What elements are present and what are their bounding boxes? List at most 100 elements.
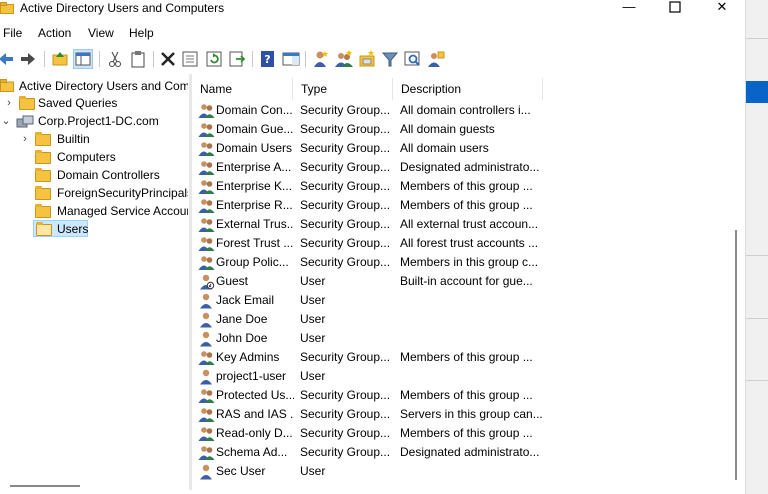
user-icon <box>200 464 212 480</box>
cell-type: Security Group... <box>300 217 391 231</box>
group-icon <box>198 218 215 232</box>
tree-item-managed-service-accounts[interactable]: Managed Service Accour <box>0 202 188 220</box>
menu-file[interactable]: File <box>3 26 22 40</box>
cell-name: John Doe <box>216 331 268 345</box>
list-row[interactable]: Key Admins Security Group... Members of th… <box>192 348 732 367</box>
list-row[interactable]: Forest Trust ... Security Group... All for… <box>192 234 732 253</box>
maximize-icon <box>669 1 681 13</box>
group-icon <box>198 237 215 251</box>
cell-type: Security Group... <box>300 198 391 212</box>
tree-item-foreign-security-principals[interactable]: ForeignSecurityPrincipals <box>0 184 188 202</box>
properties-icon[interactable] <box>180 49 200 69</box>
cell-description: Designated administrato... <box>400 445 540 459</box>
collapse-arrow-icon[interactable]: ⌄ <box>1 112 11 130</box>
tree-item-domain-controllers[interactable]: Domain Controllers <box>0 166 188 184</box>
up-folder-icon[interactable] <box>50 49 70 69</box>
column-header-type[interactable]: Type <box>293 78 393 100</box>
show-tree-button[interactable] <box>73 49 93 69</box>
cell-description: Members of this group ... <box>400 350 533 364</box>
filter-icon[interactable] <box>380 49 400 69</box>
cell-type: User <box>300 464 326 478</box>
group-icon <box>198 104 215 118</box>
cell-type: User <box>300 312 326 326</box>
group-icon <box>198 389 215 403</box>
cell-type: Security Group... <box>300 407 391 421</box>
cell-name: Key Admins <box>216 350 280 364</box>
cut-icon[interactable] <box>105 49 125 69</box>
expand-arrow-icon[interactable]: › <box>20 130 30 148</box>
help-icon[interactable]: ? <box>258 49 278 69</box>
group-icon <box>198 446 215 460</box>
list-row[interactable]: External Trus... Security Group... All ext… <box>192 215 732 234</box>
list-row[interactable]: Enterprise K... Security Group... Members … <box>192 177 732 196</box>
export-list-icon[interactable] <box>227 49 247 69</box>
list-row[interactable]: project1-user User <box>192 367 732 386</box>
column-header-name[interactable]: Name <box>192 78 293 100</box>
list-row[interactable]: Protected Us... Security Group... Members … <box>192 386 732 405</box>
title-bar: Active Directory Users and Computers — ✕ <box>0 0 745 18</box>
close-button[interactable]: ✕ <box>702 0 742 16</box>
menu-action[interactable]: Action <box>38 26 71 40</box>
list-vertical-scrollbar[interactable] <box>735 230 737 480</box>
delete-icon[interactable] <box>158 49 178 69</box>
cell-description: All external trust accoun... <box>400 217 539 231</box>
menu-help[interactable]: Help <box>129 26 154 40</box>
cell-description: Members of this group ... <box>400 179 533 193</box>
minimize-button[interactable]: — <box>609 0 649 16</box>
menu-view[interactable]: View <box>88 26 114 40</box>
find-icon[interactable] <box>403 49 423 69</box>
folder-icon <box>35 204 51 218</box>
tree-item-users[interactable]: Users <box>0 220 188 238</box>
list-row[interactable]: Sec User User <box>192 462 732 481</box>
cell-name: Domain Gue... <box>216 122 294 136</box>
cell-description: Members of this group ... <box>400 388 533 402</box>
new-ou-icon[interactable] <box>357 49 377 69</box>
action-pane-edge <box>745 0 768 494</box>
cell-name: Group Polic... <box>216 255 289 269</box>
list-row[interactable]: Schema Ad... Security Group... Designated … <box>192 443 732 462</box>
tree-item-builtin[interactable]: › Builtin <box>0 130 188 148</box>
add-to-group-icon[interactable] <box>426 49 446 69</box>
open-folder-icon <box>36 222 52 236</box>
new-user-icon[interactable] <box>311 49 331 69</box>
list-row[interactable]: Domain Con... Security Group... All domain… <box>192 101 732 120</box>
maximize-button[interactable] <box>655 0 695 16</box>
tree-item-computers[interactable]: Computers <box>0 148 188 166</box>
tree-item-label: ForeignSecurityPrincipals <box>57 186 188 200</box>
cell-name: Schema Ad... <box>216 445 288 459</box>
list-row[interactable]: John Doe User <box>192 329 732 348</box>
list-row[interactable]: Read-only D... Security Group... Members o… <box>192 424 732 443</box>
list-row[interactable]: Domain Users Security Group... All domain … <box>192 139 732 158</box>
user-icon <box>200 369 212 385</box>
cell-description: Members of this group ... <box>400 426 533 440</box>
cell-name: Enterprise R... <box>216 198 293 212</box>
group-icon <box>198 427 215 441</box>
list-row[interactable]: Enterprise R... Security Group... Members … <box>192 196 732 215</box>
tree-item-saved-queries[interactable]: › Saved Queries <box>0 94 188 112</box>
domain-icon <box>16 115 34 128</box>
back-arrow-icon[interactable] <box>0 49 16 69</box>
list-row[interactable]: Domain Gue... Security Group... All domain… <box>192 120 732 139</box>
clipboard-icon[interactable] <box>128 49 148 69</box>
tree-horizontal-scrollbar[interactable] <box>10 485 80 487</box>
cell-name: Forest Trust ... <box>216 236 294 250</box>
cell-name: Domain Users <box>216 141 293 155</box>
cell-type: User <box>300 293 326 307</box>
list-row[interactable]: Jane Doe User <box>192 310 732 329</box>
window-title: Active Directory Users and Computers <box>20 1 225 15</box>
group-icon <box>198 180 215 194</box>
console-pane-icon[interactable] <box>281 49 301 69</box>
new-group-icon[interactable] <box>334 49 354 69</box>
list-row[interactable]: RAS and IAS ... Security Group... Servers … <box>192 405 732 424</box>
disabled-user-icon <box>200 274 215 290</box>
list-row[interactable]: Group Polic... Security Group... Members i… <box>192 253 732 272</box>
list-row[interactable]: Enterprise A... Security Group... Designat… <box>192 158 732 177</box>
expand-arrow-icon[interactable]: › <box>4 94 14 112</box>
list-row[interactable]: Guest User Built-in account for gue... <box>192 272 732 291</box>
column-header-description[interactable]: Description <box>393 78 543 100</box>
list-row[interactable]: Jack Email User <box>192 291 732 310</box>
action-pane-header[interactable] <box>746 81 768 103</box>
refresh-icon[interactable] <box>204 49 224 69</box>
forward-arrow-icon[interactable] <box>18 49 38 69</box>
tree-item-domain[interactable]: ⌄ Corp.Project1-DC.com <box>0 112 188 130</box>
